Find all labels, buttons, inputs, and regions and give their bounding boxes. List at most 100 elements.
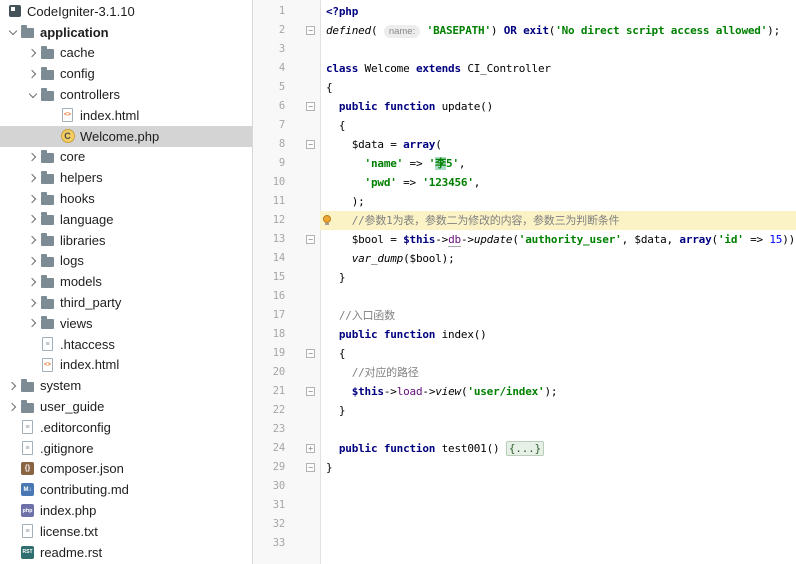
- tree-item-label: core: [60, 149, 86, 165]
- tree-item-cache[interactable]: cache: [0, 43, 252, 64]
- tree-item-label: index.html: [80, 107, 140, 123]
- code-line-content[interactable]: }: [320, 268, 796, 287]
- code-line-content[interactable]: [320, 534, 796, 553]
- fold-marker-icon[interactable]: −: [306, 26, 315, 35]
- folder-icon: [39, 274, 56, 290]
- tree-item-hooks[interactable]: hooks: [0, 188, 252, 209]
- chevron-right-icon[interactable]: [26, 254, 39, 267]
- tree-item-controllers[interactable]: controllers: [0, 84, 252, 105]
- code-line-content[interactable]: var_dump($bool);: [320, 249, 796, 268]
- tree-item-label: system: [40, 378, 82, 394]
- tree-item-license-txt[interactable]: ≡ license.txt: [0, 521, 252, 542]
- tree-item-label: language: [60, 211, 114, 227]
- tree-item-index-html[interactable]: <> index.html: [0, 355, 252, 376]
- fold-marker-icon[interactable]: −: [306, 102, 315, 111]
- tree-item-user-guide[interactable]: user_guide: [0, 396, 252, 417]
- code-line-content[interactable]: [320, 40, 796, 59]
- fold-gutter: [285, 325, 320, 344]
- fold-marker-icon[interactable]: −: [306, 463, 315, 472]
- fold-expand-icon[interactable]: +: [306, 444, 315, 453]
- code-line-content[interactable]: }: [320, 458, 796, 477]
- code-line-1: 1 <?php: [253, 2, 796, 21]
- code-line-5: 5{: [253, 78, 796, 97]
- tree-item--htaccess[interactable]: ≡ .htaccess: [0, 334, 252, 355]
- code-line-content[interactable]: $data = array(: [320, 135, 796, 154]
- tree-item-logs[interactable]: logs: [0, 251, 252, 272]
- code-line-content[interactable]: }: [320, 401, 796, 420]
- tree-item-index-html[interactable]: <> index.html: [0, 105, 252, 126]
- chevron-right-icon[interactable]: [26, 275, 39, 288]
- tree-item-index-php[interactable]: php index.php: [0, 500, 252, 521]
- tree-item-application[interactable]: application: [0, 22, 252, 43]
- folded-code-placeholder[interactable]: {...}: [505, 441, 544, 456]
- fold-marker-icon[interactable]: −: [306, 140, 315, 149]
- code-line-content[interactable]: [320, 515, 796, 534]
- code-line-content[interactable]: [320, 420, 796, 439]
- code-line-content[interactable]: public function test001() {...}: [320, 439, 796, 458]
- fold-marker-icon[interactable]: −: [306, 235, 315, 244]
- tree-item-models[interactable]: models: [0, 271, 252, 292]
- fold-marker-icon[interactable]: −: [306, 349, 315, 358]
- tree-item-composer-json[interactable]: {} composer.json: [0, 459, 252, 480]
- tree-item-system[interactable]: system: [0, 375, 252, 396]
- tree-item-helpers[interactable]: helpers: [0, 167, 252, 188]
- code-line-content[interactable]: $bool = $this->db->update('authority_use…: [320, 230, 796, 249]
- code-line-24: 24 + public function test001() {...}: [253, 439, 796, 458]
- code-line-content[interactable]: 'pwd' => '123456',: [320, 173, 796, 192]
- code-line-content[interactable]: //入口函数: [320, 306, 796, 325]
- tree-item--editorconfig[interactable]: ≡ .editorconfig: [0, 417, 252, 438]
- chevron-right-icon[interactable]: [26, 213, 39, 226]
- tree-item-config[interactable]: config: [0, 63, 252, 84]
- code-line-content[interactable]: <?php: [320, 2, 796, 21]
- project-tree: application cache config controllers <> index…: [0, 22, 252, 563]
- code-line-content[interactable]: {: [320, 78, 796, 97]
- code-line-content[interactable]: $this->load->view('user/index');: [320, 382, 796, 401]
- tree-item-libraries[interactable]: libraries: [0, 230, 252, 251]
- tree-item-readme-rst[interactable]: RST readme.rst: [0, 542, 252, 563]
- tree-item--gitignore[interactable]: ≡ .gitignore: [0, 438, 252, 459]
- chevron-right-icon[interactable]: [26, 150, 39, 163]
- chevron-right-icon[interactable]: [6, 379, 19, 392]
- chevron-down-icon[interactable]: [26, 88, 39, 101]
- code-line-content[interactable]: 'name' => '李5',: [320, 154, 796, 173]
- code-line-content[interactable]: public function index(): [320, 325, 796, 344]
- chevron-right-icon[interactable]: [26, 296, 39, 309]
- code-line-21: 21 − $this->load->view('user/index');: [253, 382, 796, 401]
- code-line-content[interactable]: public function update(): [320, 97, 796, 116]
- code-line-content[interactable]: defined( name: 'BASEPATH') OR exit('No d…: [320, 21, 796, 40]
- chevron-right-icon[interactable]: [26, 67, 39, 80]
- code-line-content[interactable]: );: [320, 192, 796, 211]
- code-line-content[interactable]: //参数1为表，参数二为修改的内容，参数三为判断条件: [320, 211, 796, 230]
- fold-marker-icon[interactable]: −: [306, 387, 315, 396]
- tree-root-item[interactable]: CodeIgniter-3.1.10: [0, 1, 252, 22]
- code-line-content[interactable]: //对应的路径: [320, 363, 796, 382]
- tree-item-views[interactable]: views: [0, 313, 252, 334]
- tree-item-welcome-php[interactable]: C Welcome.php: [0, 125, 252, 147]
- line-number: 2: [278, 24, 285, 36]
- chevron-right-icon[interactable]: [26, 46, 39, 59]
- chevron-right-icon[interactable]: [26, 171, 39, 184]
- code-line-content[interactable]: class Welcome extends CI_Controller: [320, 59, 796, 78]
- code-line-content[interactable]: [320, 496, 796, 515]
- chevron-right-icon[interactable]: [26, 317, 39, 330]
- intention-bulb-icon[interactable]: [323, 215, 331, 225]
- chevron-down-icon[interactable]: [6, 26, 19, 39]
- tree-item-label: cache: [60, 45, 95, 61]
- code-line-content[interactable]: {: [320, 116, 796, 135]
- chevron-right-icon[interactable]: [26, 192, 39, 205]
- tree-item-third-party[interactable]: third_party: [0, 292, 252, 313]
- code-line-30: 30: [253, 477, 796, 496]
- tree-item-label: index.php: [40, 503, 97, 519]
- code-line-content[interactable]: {: [320, 344, 796, 363]
- tree-item-core[interactable]: core: [0, 147, 252, 168]
- chevron-right-icon[interactable]: [26, 234, 39, 247]
- code-line-content[interactable]: [320, 477, 796, 496]
- tree-item-contributing-md[interactable]: M↓ contributing.md: [0, 479, 252, 500]
- tree-item-language[interactable]: language: [0, 209, 252, 230]
- line-number: 32: [272, 518, 285, 530]
- line-number: 16: [272, 290, 285, 302]
- code-line-content[interactable]: [320, 287, 796, 306]
- chevron-right-icon[interactable]: [6, 400, 19, 413]
